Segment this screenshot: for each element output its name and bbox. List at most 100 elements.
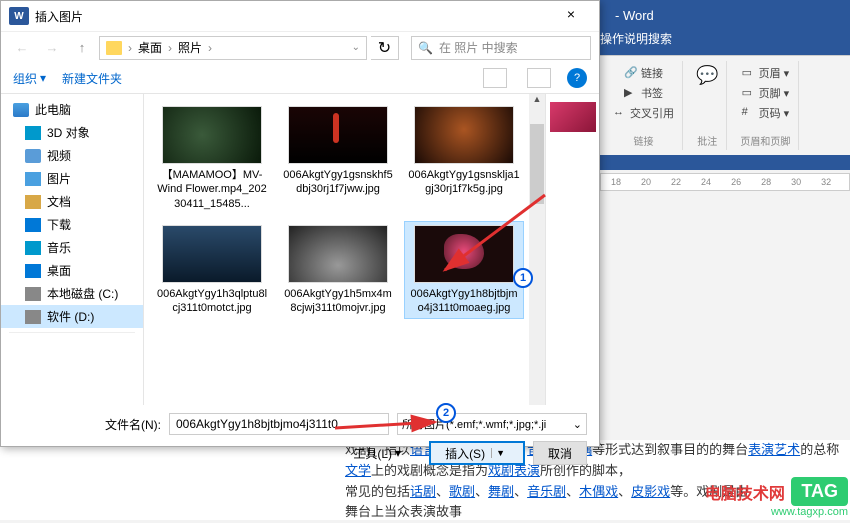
- header-button[interactable]: ▭页眉 ▾: [742, 63, 790, 83]
- video-icon: [25, 149, 41, 163]
- ribbon-group-links: 🔗链接 ▶书签 ↔交叉引用 链接: [605, 61, 683, 150]
- link-button[interactable]: 🔗链接: [624, 63, 663, 83]
- sidebar[interactable]: 此电脑 3D 对象 视频 图片 文档 下载 音乐 桌面 本地磁盘 (C:) 软件…: [1, 94, 144, 405]
- watermark-url: www.tagxp.com: [771, 506, 848, 518]
- filetype-filter[interactable]: 所有图片(*.emf;*.wmf;*.jpg;*.ji⌄: [397, 413, 587, 435]
- filename-input[interactable]: [169, 413, 389, 435]
- thumbnail: [288, 225, 388, 283]
- file-item[interactable]: 006AkgtYgy1gsnskhf5dbj30rj1f7jww.jpg: [278, 102, 398, 215]
- dialog-footer: 文件名(N): 所有图片(*.emf;*.wmf;*.jpg;*.ji⌄ 工具(…: [1, 405, 599, 473]
- tools-button[interactable]: 工具(L) ▾: [353, 445, 401, 462]
- dialog-titlebar[interactable]: W 插入图片 ×: [1, 1, 599, 31]
- insert-dropdown[interactable]: ▼: [491, 448, 509, 458]
- scroll-up-icon[interactable]: ▲: [529, 94, 545, 108]
- crossref-button[interactable]: ↔交叉引用: [613, 103, 674, 123]
- header-icon: ▭: [742, 66, 756, 80]
- sidebar-divider: [9, 332, 135, 333]
- annotation-badge-1: 1: [513, 268, 533, 288]
- ribbon-label-comments: 批注: [697, 133, 717, 148]
- ribbon-group-headerfooter: ▭页眉 ▾ ▭页脚 ▾ #页码 ▾ 页眉和页脚: [732, 61, 799, 150]
- annotation-badge-2: 2: [436, 403, 456, 423]
- comment-button[interactable]: 💬: [696, 63, 718, 88]
- pagenum-icon: #: [742, 106, 756, 120]
- search-input[interactable]: 🔍 在 照片 中搜索: [411, 36, 591, 60]
- dialog-body: 此电脑 3D 对象 视频 图片 文档 下载 音乐 桌面 本地磁盘 (C:) 软件…: [1, 93, 599, 405]
- disk-icon: [25, 287, 41, 301]
- crossref-icon: ↔: [613, 106, 627, 120]
- watermark-text: 电脑技术网: [705, 480, 785, 504]
- word-search-hint[interactable]: 操作说明搜索: [600, 30, 672, 47]
- ribbon: 🔗链接 ▶书签 ↔交叉引用 链接 💬 批注 ▭页眉 ▾ ▭页脚 ▾ #页码 ▾ …: [600, 55, 850, 155]
- breadcrumb-desktop[interactable]: 桌面: [138, 39, 162, 56]
- filename-label: 文件名(N):: [13, 416, 161, 433]
- organize-button[interactable]: 组织 ▾: [13, 70, 46, 87]
- sidebar-item-music[interactable]: 音乐: [1, 236, 143, 259]
- refresh-button[interactable]: ↻: [371, 36, 399, 60]
- address-bar[interactable]: › 桌面 › 照片 › ⌄: [99, 36, 367, 60]
- document-icon: [25, 195, 41, 209]
- preview-pane: [545, 94, 599, 405]
- disk-icon: [25, 310, 41, 324]
- new-folder-button[interactable]: 新建文件夹: [62, 70, 122, 87]
- bookmark-button[interactable]: ▶书签: [624, 83, 663, 103]
- dialog-title: 插入图片: [35, 8, 551, 25]
- thumbnail: [162, 225, 262, 283]
- help-button[interactable]: ?: [567, 68, 587, 88]
- view-button[interactable]: [483, 68, 507, 88]
- back-button[interactable]: ←: [9, 36, 35, 60]
- footer-button[interactable]: ▭页脚 ▾: [742, 83, 790, 103]
- music-icon: [25, 241, 41, 255]
- sidebar-item-3d[interactable]: 3D 对象: [1, 121, 143, 144]
- sidebar-item-documents[interactable]: 文档: [1, 190, 143, 213]
- preview-toggle-button[interactable]: [527, 68, 551, 88]
- address-dropdown[interactable]: ⌄: [352, 42, 360, 53]
- preview-image: [550, 102, 596, 132]
- chevron-down-icon: ▾: [40, 71, 46, 85]
- sidebar-item-this-pc[interactable]: 此电脑: [1, 98, 143, 121]
- cancel-button[interactable]: 取消: [533, 441, 587, 465]
- ribbon-label-hf: 页眉和页脚: [740, 133, 790, 148]
- sidebar-item-videos[interactable]: 视频: [1, 144, 143, 167]
- close-button[interactable]: ×: [551, 6, 591, 26]
- dialog-toolbar: 组织 ▾ 新建文件夹 ?: [1, 63, 599, 93]
- thumbnail: [162, 106, 262, 164]
- sidebar-item-downloads[interactable]: 下载: [1, 213, 143, 236]
- sidebar-item-pictures[interactable]: 图片: [1, 167, 143, 190]
- insert-button[interactable]: 插入(S)▼: [429, 441, 525, 465]
- horizontal-ruler[interactable]: 18202224262830323436: [600, 173, 850, 191]
- chevron-down-icon: ▾: [395, 446, 401, 460]
- link-icon: 🔗: [624, 66, 638, 80]
- pc-icon: [13, 103, 29, 117]
- footer-icon: ▭: [742, 86, 756, 100]
- up-button[interactable]: ↑: [69, 36, 95, 60]
- file-grid[interactable]: 【MAMAMOO】MV- Wind Flower.mp4_20230411_15…: [144, 94, 545, 405]
- search-icon: 🔍: [418, 41, 433, 55]
- scroll-thumb[interactable]: [530, 124, 544, 204]
- sidebar-item-disk-d[interactable]: 软件 (D:): [1, 305, 143, 328]
- download-icon: [25, 218, 41, 232]
- desktop-icon: [25, 264, 41, 278]
- word-title: - Word: [615, 8, 654, 23]
- word-icon: W: [9, 7, 29, 25]
- thumbnail: [288, 106, 388, 164]
- sidebar-item-disk-c[interactable]: 本地磁盘 (C:): [1, 282, 143, 305]
- watermark: 电脑技术网 TAG: [705, 477, 848, 506]
- vertical-scrollbar[interactable]: ▲: [529, 94, 545, 405]
- forward-button[interactable]: →: [39, 36, 65, 60]
- file-item-selected[interactable]: 006AkgtYgy1h8bjtbjmo4j311t0moaeg.jpg: [404, 221, 524, 320]
- picture-icon: [25, 172, 41, 186]
- thumbnail: [414, 225, 514, 283]
- sidebar-item-desktop[interactable]: 桌面: [1, 259, 143, 282]
- pagenum-button[interactable]: #页码 ▾: [742, 103, 790, 123]
- thumbnail: [414, 106, 514, 164]
- file-item[interactable]: 006AkgtYgy1h5mx4m8cjwj311t0mojvr.jpg: [278, 221, 398, 320]
- ribbon-label-links: 链接: [634, 133, 654, 148]
- file-item[interactable]: 【MAMAMOO】MV- Wind Flower.mp4_20230411_15…: [152, 102, 272, 215]
- breadcrumb-sep: ›: [128, 41, 132, 55]
- chevron-down-icon: ⌄: [573, 418, 582, 431]
- bookmark-icon: ▶: [624, 86, 638, 100]
- 3d-icon: [25, 126, 41, 140]
- file-item[interactable]: 006AkgtYgy1h3qlptu8lcj311t0motct.jpg: [152, 221, 272, 320]
- file-item[interactable]: 006AkgtYgy1gsnsklja1gj30rj1f7k5g.jpg: [404, 102, 524, 215]
- breadcrumb-photos[interactable]: 照片: [178, 39, 202, 56]
